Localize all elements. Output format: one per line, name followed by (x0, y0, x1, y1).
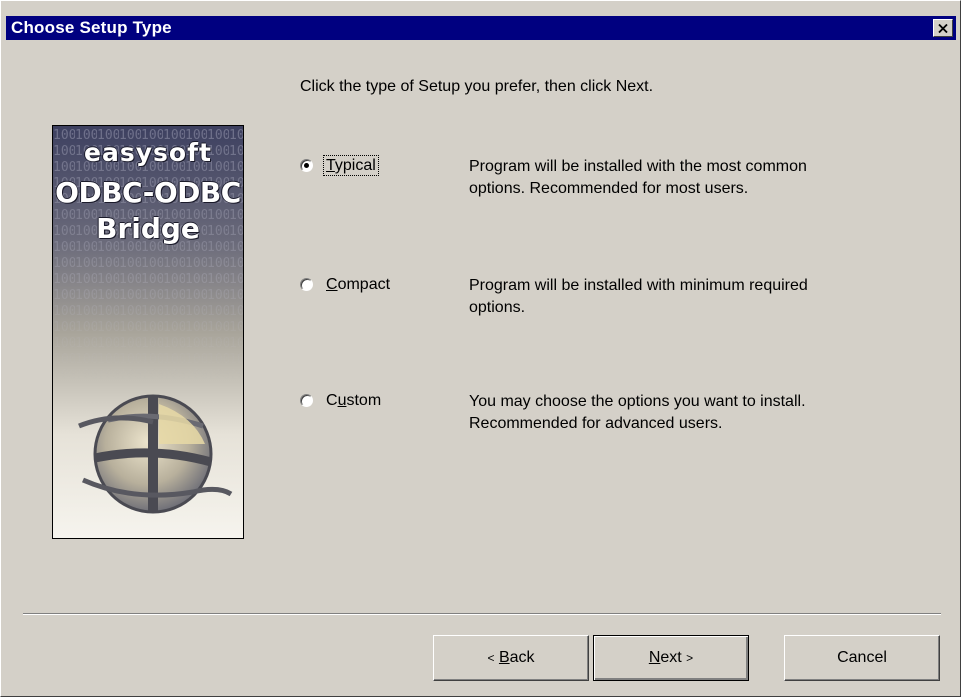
option-compact[interactable]: Compact Program will be installed with m… (300, 275, 808, 316)
typical-label[interactable]: Typical (323, 155, 379, 176)
compact-description: Program will be installed with minimum r… (469, 277, 808, 316)
button-divider (23, 613, 941, 615)
cancel-button[interactable]: Cancel (784, 635, 940, 681)
compact-label[interactable]: Compact (324, 275, 392, 294)
instruction-text: Click the type of Setup you prefer, then… (300, 78, 654, 95)
typical-description: Program will be installed with the most … (469, 158, 807, 197)
custom-description: You may choose the options you want to i… (469, 393, 806, 432)
back-arrow-icon: < (487, 651, 495, 665)
brand-product: ODBC-ODBC (55, 176, 241, 209)
typical-radio[interactable] (300, 159, 313, 172)
next-button[interactable]: Next > (593, 635, 749, 681)
next-arrow-icon: > (686, 651, 694, 665)
close-button[interactable] (933, 19, 953, 37)
window-title: Choose Setup Type (11, 18, 172, 37)
option-custom[interactable]: Custom You may choose the options you wa… (300, 391, 806, 432)
back-button[interactable]: < Back (433, 635, 589, 681)
brand-name: easysoft (84, 138, 212, 167)
compact-radio[interactable] (300, 278, 313, 291)
setup-dialog: Choose Setup Type Click the type of Setu… (0, 0, 961, 697)
brand-image: 1001 (52, 125, 244, 539)
close-icon (938, 23, 948, 33)
option-typical[interactable]: Typical Program will be installed with t… (300, 155, 807, 197)
radio-selected-dot (304, 163, 309, 168)
title-bar[interactable]: Choose Setup Type (6, 16, 956, 40)
brand-product-suffix: Bridge (96, 212, 200, 245)
custom-label[interactable]: Custom (324, 391, 383, 410)
custom-radio[interactable] (300, 394, 313, 407)
